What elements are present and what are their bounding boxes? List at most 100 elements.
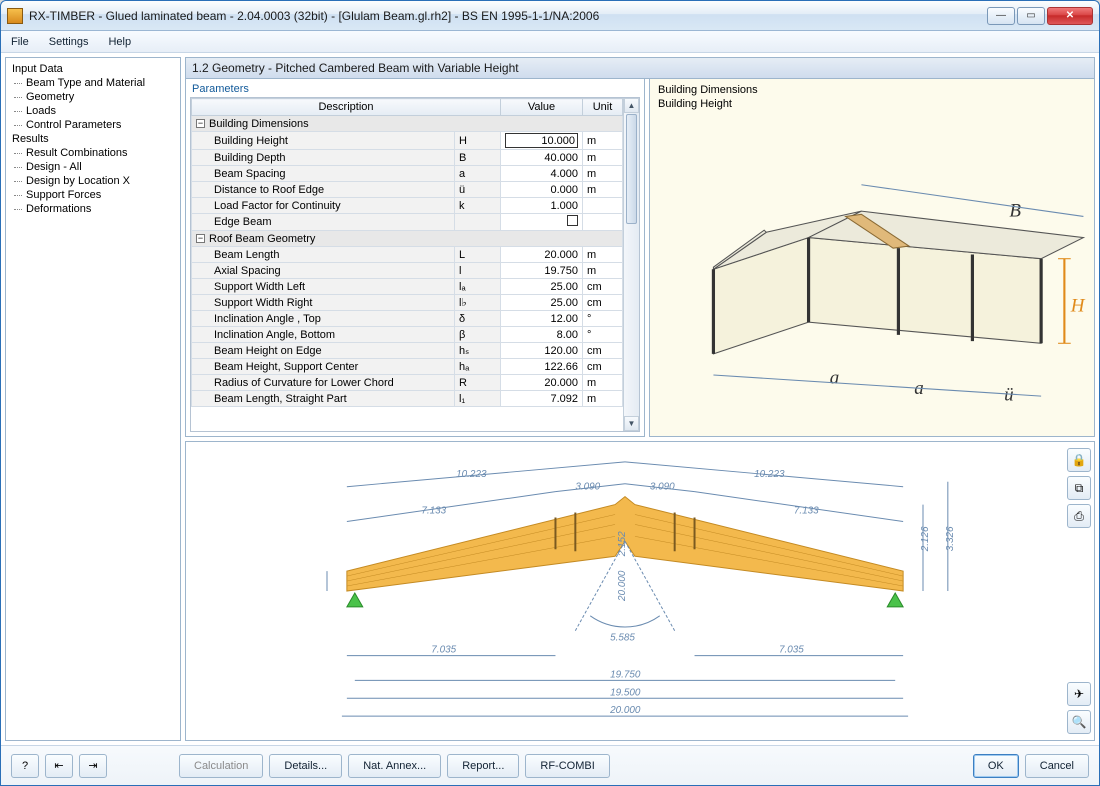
param-desc: Radius of Curvature for Lower Chord <box>192 375 455 391</box>
param-value[interactable]: 7.092 <box>501 391 583 407</box>
menu-help[interactable]: Help <box>104 34 135 50</box>
scroll-thumb[interactable] <box>626 114 637 224</box>
param-value[interactable]: 25.00 <box>501 295 583 311</box>
tree-group-input[interactable]: Input Data <box>8 62 178 76</box>
print-view-icon[interactable]: ⎙ <box>1067 504 1091 528</box>
param-unit: m <box>583 166 623 182</box>
param-desc: Inclination Angle , Top <box>192 311 455 327</box>
col-description[interactable]: Description <box>192 99 501 116</box>
label-a1: a <box>830 367 840 388</box>
menu-settings[interactable]: Settings <box>45 34 93 50</box>
prev-icon[interactable]: ⇤ <box>45 754 73 778</box>
param-value[interactable]: 20.000 <box>501 375 583 391</box>
param-value[interactable]: 25.00 <box>501 279 583 295</box>
grid-scrollbar[interactable]: ▲ ▼ <box>623 98 639 431</box>
param-row[interactable]: Beam Spacinga4.000m <box>192 166 623 182</box>
view-mode-icon[interactable]: ✈ <box>1067 682 1091 706</box>
tree-item-geometry[interactable]: Geometry <box>8 90 178 104</box>
param-row[interactable]: Distance to Roof Edgeü0.000m <box>192 182 623 198</box>
tree-item-loads[interactable]: Loads <box>8 104 178 118</box>
param-value[interactable]: 19.750 <box>501 263 583 279</box>
param-value[interactable]: 1.000 <box>501 198 583 214</box>
copy-view-icon[interactable]: ⧉ <box>1067 476 1091 500</box>
svg-text:10.223: 10.223 <box>754 469 785 480</box>
param-value[interactable]: 120.00 <box>501 343 583 359</box>
group-row[interactable]: −Building Dimensions <box>192 116 623 132</box>
param-row[interactable]: Axial Spacingl19.750m <box>192 263 623 279</box>
param-desc: Building Depth <box>192 150 455 166</box>
section-header: 1.2 Geometry - Pitched Cambered Beam wit… <box>185 57 1095 79</box>
group-row[interactable]: −Roof Beam Geometry <box>192 231 623 247</box>
scroll-down-icon[interactable]: ▼ <box>624 416 639 431</box>
svg-text:7.035: 7.035 <box>431 645 456 656</box>
param-symbol: B <box>455 150 501 166</box>
param-unit <box>583 214 623 231</box>
param-unit: cm <box>583 343 623 359</box>
close-button[interactable]: ✕ <box>1047 7 1093 25</box>
tree-item-control-params[interactable]: Control Parameters <box>8 118 178 132</box>
col-unit[interactable]: Unit <box>583 99 623 116</box>
param-unit: m <box>583 150 623 166</box>
nat-annex-button[interactable]: Nat. Annex... <box>348 754 441 778</box>
param-value[interactable]: 4.000 <box>501 166 583 182</box>
param-row[interactable]: Building DepthB40.000m <box>192 150 623 166</box>
tree-item-result-combinations[interactable]: Result Combinations <box>8 146 178 160</box>
svg-text:20.000: 20.000 <box>617 570 628 602</box>
param-row[interactable]: Support Width Rightl♭25.00cm <box>192 295 623 311</box>
param-row[interactable]: Load Factor for Continuityk1.000 <box>192 198 623 214</box>
param-row[interactable]: Radius of Curvature for Lower ChordR20.0… <box>192 375 623 391</box>
param-row[interactable]: Beam Height on Edgehₛ120.00cm <box>192 343 623 359</box>
report-button[interactable]: Report... <box>447 754 519 778</box>
param-value[interactable]: 20.000 <box>501 247 583 263</box>
param-value[interactable] <box>501 132 583 150</box>
tree-item-design-location[interactable]: Design by Location X <box>8 174 178 188</box>
minimize-button[interactable]: — <box>987 7 1015 25</box>
checkbox-icon[interactable] <box>567 215 578 226</box>
param-row[interactable]: Inclination Angle , Topδ12.00° <box>192 311 623 327</box>
param-row[interactable]: Beam Height, Support Centerhₐ122.66cm <box>192 359 623 375</box>
next-icon[interactable]: ⇥ <box>79 754 107 778</box>
ok-button[interactable]: OK <box>973 754 1019 778</box>
tree-item-deformations[interactable]: Deformations <box>8 202 178 216</box>
param-value[interactable]: 8.00 <box>501 327 583 343</box>
tree-item-beam-type[interactable]: Beam Type and Material <box>8 76 178 90</box>
param-value[interactable]: 122.66 <box>501 359 583 375</box>
calculation-button[interactable]: Calculation <box>179 754 263 778</box>
param-desc: Support Width Left <box>192 279 455 295</box>
param-row[interactable]: Support Width Leftlₐ25.00cm <box>192 279 623 295</box>
cancel-button[interactable]: Cancel <box>1025 754 1089 778</box>
param-value[interactable]: 0.000 <box>501 182 583 198</box>
param-desc: Beam Height on Edge <box>192 343 455 359</box>
param-row[interactable]: Beam Length, Straight Partl₁7.092m <box>192 391 623 407</box>
param-unit: ° <box>583 327 623 343</box>
param-value[interactable]: 40.000 <box>501 150 583 166</box>
param-unit: m <box>583 182 623 198</box>
svg-text:3.090: 3.090 <box>650 482 675 493</box>
param-value[interactable]: 12.00 <box>501 311 583 327</box>
tree-item-support-forces[interactable]: Support Forces <box>8 188 178 202</box>
col-value[interactable]: Value <box>501 99 583 116</box>
param-value[interactable] <box>501 214 583 231</box>
param-symbol: a <box>455 166 501 182</box>
svg-text:2.126: 2.126 <box>920 526 931 552</box>
collapse-icon[interactable]: − <box>196 119 205 128</box>
param-row[interactable]: Edge Beam <box>192 214 623 231</box>
details-button[interactable]: Details... <box>269 754 342 778</box>
svg-text:10.223: 10.223 <box>456 469 487 480</box>
param-row[interactable]: Building HeightHm <box>192 132 623 150</box>
collapse-icon[interactable]: − <box>196 234 205 243</box>
app-window: RX-TIMBER - Glued laminated beam - 2.04.… <box>0 0 1100 786</box>
tree-group-results[interactable]: Results <box>8 132 178 146</box>
scroll-up-icon[interactable]: ▲ <box>624 98 639 113</box>
tree-item-design-all[interactable]: Design - All <box>8 160 178 174</box>
zoom-icon[interactable]: 🔍 <box>1067 710 1091 734</box>
help-icon[interactable]: ? <box>11 754 39 778</box>
value-input[interactable] <box>505 133 578 148</box>
param-row[interactable]: Beam LengthL20.000m <box>192 247 623 263</box>
param-row[interactable]: Inclination Angle, Bottomβ8.00° <box>192 327 623 343</box>
rf-combi-button[interactable]: RF-COMBI <box>525 754 609 778</box>
lock-icon[interactable]: 🔒 <box>1067 448 1091 472</box>
maximize-button[interactable]: ▭ <box>1017 7 1045 25</box>
label-h: H <box>1070 296 1086 317</box>
menu-file[interactable]: File <box>7 34 33 50</box>
